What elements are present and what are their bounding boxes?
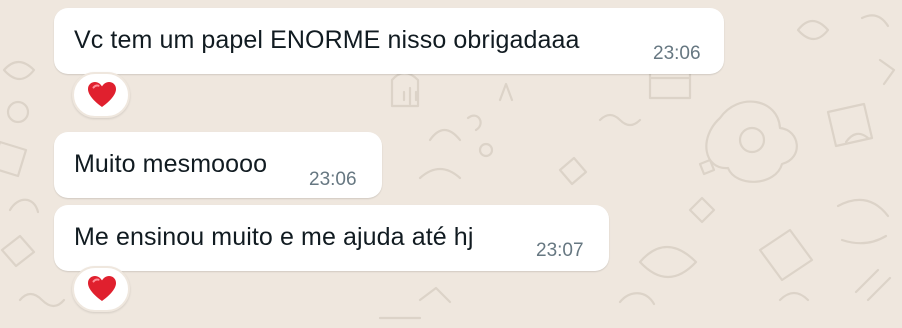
message-timestamp: 23:06 — [309, 169, 357, 190]
message-bubble[interactable]: Muito mesmoooo 23:06 — [54, 132, 382, 198]
message-reaction[interactable] — [72, 266, 130, 312]
message-reaction[interactable] — [72, 72, 130, 118]
chat-area: Vc tem um papel ENORME nisso obrigadaaa … — [0, 0, 902, 328]
message-bubble[interactable]: Me ensinou muito e me ajuda até hj 23:07 — [54, 205, 609, 271]
heart-icon — [88, 82, 116, 107]
message-timestamp: 23:06 — [653, 43, 701, 64]
heart-icon — [88, 276, 116, 301]
message-text: Me ensinou muito e me ajuda até hj — [74, 223, 474, 251]
message-timestamp: 23:07 — [536, 240, 584, 261]
message-bubble[interactable]: Vc tem um papel ENORME nisso obrigadaaa … — [54, 8, 724, 74]
message-text: Muito mesmoooo — [74, 150, 268, 178]
message-text: Vc tem um papel ENORME nisso obrigadaaa — [74, 26, 580, 54]
